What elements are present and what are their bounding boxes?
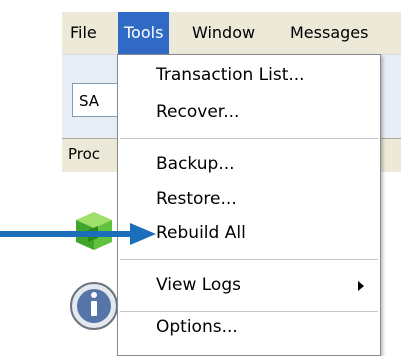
menu-bar: File Tools Window Messages (62, 12, 401, 54)
menu-item-backup[interactable]: Backup... (156, 154, 235, 174)
menu-item-rebuild-all[interactable]: Rebuild All (156, 223, 246, 243)
menu-item-options[interactable]: Options... (156, 317, 238, 337)
pointer-arrow-icon (0, 223, 156, 245)
menu-item-recover[interactable]: Recover... (156, 102, 239, 122)
menu-separator (120, 259, 378, 260)
menu-separator (120, 311, 378, 312)
menu-tools[interactable]: Tools (118, 12, 170, 54)
submenu-arrow-icon (358, 281, 364, 291)
menu-file[interactable]: File (64, 12, 103, 54)
menu-item-transaction-list[interactable]: Transaction List... (156, 65, 305, 85)
info-icon[interactable] (68, 280, 120, 332)
menu-item-view-logs[interactable]: View Logs (156, 275, 241, 295)
list-header-label[interactable]: Proc (68, 145, 100, 163)
menu-separator (120, 138, 378, 139)
tools-dropdown-menu: Transaction List... Recover... Backup...… (117, 54, 381, 356)
menu-window[interactable]: Window (186, 12, 261, 54)
menu-item-restore[interactable]: Restore... (156, 189, 237, 209)
menu-messages[interactable]: Messages (284, 12, 374, 54)
